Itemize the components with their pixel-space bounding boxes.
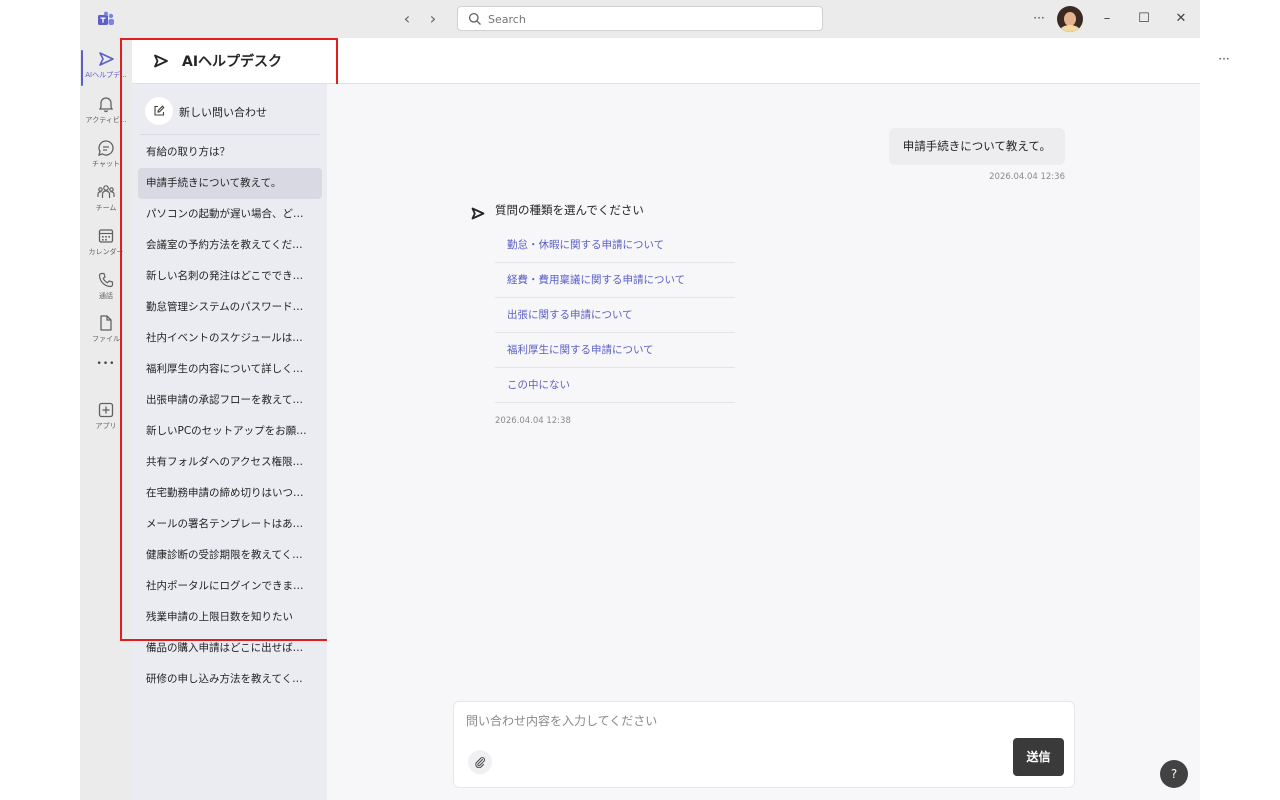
new-inquiry-label: 新しい問い合わせ (179, 106, 267, 119)
conversation-item[interactable]: 申請手続きについて教えて。 (138, 168, 322, 199)
conversation-item[interactable]: 共有フォルダへのアクセス権限… (138, 447, 322, 478)
rail-label: ファイル (92, 335, 120, 343)
bell-icon (98, 97, 114, 113)
rail-label: チャット (92, 160, 120, 168)
conversation-sidebar: 新しい問い合わせ 有給の取り方は？ 申請手続きについて教えて。 パソコンの起動が遅い… (132, 84, 327, 800)
user-message-timestamp: 2026.04.04 12:36 (989, 172, 1065, 182)
forward-button[interactable]: › (423, 9, 443, 29)
conversation-item[interactable]: メールの署名テンプレートはあ… (138, 509, 322, 540)
avatar-shirt (1060, 25, 1080, 32)
conversation-item[interactable]: 出張申請の承認フローを教えて… (138, 385, 322, 416)
close-button[interactable]: ✕ (1171, 9, 1191, 29)
bot-option[interactable]: 出張に関する申請について (495, 298, 735, 333)
conversation-item[interactable]: 備品の購入申請はどこに出せば… (138, 633, 322, 664)
minimize-button[interactable]: – (1097, 9, 1117, 29)
more-icon: ••• (96, 359, 116, 369)
rail-item-ai-helpdesk[interactable]: AIヘルプデ... (80, 46, 132, 92)
new-inquiry-circle (145, 97, 173, 125)
paperclip-icon (475, 757, 485, 768)
teams-icon (97, 185, 115, 198)
conversation-item[interactable]: 会議室の予約方法を教えてくだ… (138, 230, 322, 261)
rail-label: アプリ (95, 422, 117, 430)
conversation-item[interactable]: 有給の取り方は？ (138, 137, 322, 168)
chat-area: 申請手続きについて教えて。 2026.04.04 12:36 質問の種類を選んで… (327, 84, 1200, 800)
header-more-button[interactable]: ··· (1214, 52, 1234, 70)
message-composer: 送信 (453, 701, 1075, 788)
search-input[interactable] (488, 10, 808, 28)
message-input[interactable] (466, 712, 1056, 736)
compose-icon (154, 105, 165, 116)
rail-label: カレンダー (88, 248, 124, 256)
maximize-button[interactable]: ☐ (1134, 9, 1154, 29)
conversation-item[interactable]: 在宅勤務申請の締め切りはいつ… (138, 478, 322, 509)
rail-item-files[interactable]: ファイル (80, 310, 132, 356)
search-icon (468, 12, 481, 25)
conversation-item[interactable]: 勤怠管理システムのパスワード… (138, 292, 322, 323)
send-icon (154, 54, 168, 68)
user-message: 申請手続きについて教えて。 (888, 128, 1065, 165)
titlebar-more-button[interactable]: ··· (1030, 9, 1048, 27)
send-button[interactable]: 送信 (1013, 738, 1064, 776)
avatar-face (1064, 12, 1076, 26)
page-title: AIヘルプデスク (182, 54, 283, 70)
conversation-item[interactable]: 健康診断の受診期限を教えてく… (138, 540, 322, 571)
conversation-item[interactable]: 新しいPCのセットアップをお願… (138, 416, 322, 447)
new-inquiry-button[interactable]: 新しい問い合わせ (145, 97, 315, 125)
conversation-list: 有給の取り方は？ 申請手続きについて教えて。 パソコンの起動が遅い場合、ど… 会議室の… (138, 137, 322, 695)
app-header: AIヘルプデスク ··· (132, 38, 1230, 84)
sidebar-divider (140, 134, 320, 135)
conversation-item[interactable]: 残業申請の上限日数を知りたい (138, 602, 322, 633)
bot-message-timestamp: 2026.04.04 12:38 (495, 416, 571, 426)
teams-window: ‹ › ··· – ☐ ✕ AIヘルプデ... アクティビ... (80, 0, 1230, 800)
rail-label: 通話 (99, 292, 113, 300)
phone-icon (98, 272, 114, 288)
rail-label: チーム (95, 204, 117, 212)
chat-icon (98, 140, 114, 156)
apps-add-icon (98, 402, 114, 418)
rail-item-apps[interactable]: アプリ (80, 397, 132, 443)
rail-item-more[interactable]: ••• (80, 356, 132, 402)
conversation-item[interactable]: 社内イベントのスケジュールは… (138, 323, 322, 354)
conversation-item[interactable]: 社内ポータルにログインできま… (138, 571, 322, 602)
bot-option[interactable]: 勤怠・休暇に関する申請について (495, 228, 735, 263)
rail-item-calendar[interactable]: カレンダー (80, 223, 132, 269)
attach-button[interactable] (468, 750, 492, 774)
send-icon (471, 207, 485, 220)
bot-option[interactable]: 経費・費用稟議に関する申請について (495, 263, 735, 298)
rail-label: AIヘルプデ... (85, 71, 127, 79)
search-box[interactable] (457, 6, 823, 31)
calendar-icon (98, 229, 114, 243)
conversation-item[interactable]: 研修の申し込み方法を教えてく… (138, 664, 322, 695)
rail-item-chat[interactable]: チャット (80, 135, 132, 181)
rail-item-calls[interactable]: 通話 (80, 267, 132, 313)
rail-label: アクティビ... (85, 116, 127, 124)
bot-option[interactable]: この中にない (495, 368, 735, 403)
conversation-item[interactable]: パソコンの起動が遅い場合、ど… (138, 199, 322, 230)
back-button[interactable]: ‹ (397, 9, 417, 29)
send-icon (99, 52, 114, 66)
avatar[interactable] (1057, 6, 1083, 32)
app-rail: AIヘルプデ... アクティビ... チャット チーム カレンダー 通話 ファイ… (80, 38, 132, 800)
help-button[interactable]: ? (1160, 760, 1188, 788)
bot-message-heading: 質問の種類を選んでください (495, 203, 644, 217)
title-bar: ‹ › ··· – ☐ ✕ (80, 0, 1200, 38)
bot-option-list: 勤怠・休暇に関する申請について 経費・費用稟議に関する申請について 出張に関する申請… (495, 228, 735, 403)
rail-item-activity[interactable]: アクティビ... (80, 91, 132, 137)
file-icon (100, 315, 112, 331)
rail-item-teams[interactable]: チーム (80, 179, 132, 225)
conversation-item[interactable]: 新しい名刺の発注はどこででき… (138, 261, 322, 292)
conversation-item[interactable]: 福利厚生の内容について詳しく… (138, 354, 322, 385)
bot-option[interactable]: 福利厚生に関する申請について (495, 333, 735, 368)
teams-logo-icon (98, 11, 114, 25)
